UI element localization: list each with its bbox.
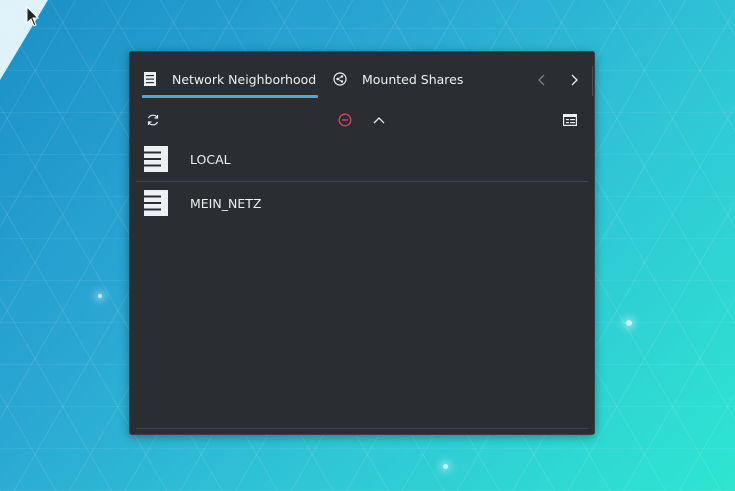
- go-up-icon: [373, 117, 385, 124]
- smb4k-widget: Network Neighborhood Mounted Shares LOCA…: [129, 51, 595, 435]
- wallpaper-corner: [0, 0, 48, 80]
- tab-bar: Network Neighborhood Mounted Shares: [136, 62, 593, 98]
- tab-label: Mounted Shares: [362, 71, 464, 87]
- mouse-cursor-icon: [26, 6, 40, 27]
- workgroup-server-icon: [144, 145, 170, 174]
- view-options-button[interactable]: [560, 110, 580, 130]
- abort-button[interactable]: [335, 110, 355, 130]
- active-tab-indicator: [142, 95, 318, 98]
- wallpaper-sparkle: [443, 464, 448, 469]
- tab-label: Network Neighborhood: [172, 71, 317, 87]
- workgroup-server-icon: [144, 189, 170, 218]
- view-options-icon: [563, 114, 577, 126]
- toolbar: [136, 108, 588, 132]
- workgroup-list: LOCAL MEIN_NETZ: [136, 138, 588, 225]
- tab-scroll-right-button[interactable]: [564, 70, 584, 90]
- list-bottom-divider: [136, 428, 588, 429]
- go-up-button[interactable]: [369, 110, 389, 130]
- list-item[interactable]: MEIN_NETZ: [136, 181, 588, 225]
- wallpaper-sparkle: [626, 320, 632, 326]
- share-icon: [332, 71, 348, 87]
- tab-bar-divider: [592, 66, 593, 96]
- list-item[interactable]: LOCAL: [136, 138, 588, 181]
- refresh-button[interactable]: [143, 110, 163, 130]
- tab-mounted-shares[interactable]: Mounted Shares: [332, 62, 492, 96]
- tab-scroll-left-button[interactable]: [532, 70, 552, 90]
- item-label: LOCAL: [190, 152, 231, 167]
- item-label: MEIN_NETZ: [190, 196, 262, 211]
- tab-network-neighborhood[interactable]: Network Neighborhood: [142, 62, 318, 98]
- refresh-icon: [147, 114, 159, 126]
- chevron-right-icon: [571, 74, 578, 86]
- network-server-icon: [142, 71, 158, 87]
- chevron-left-icon: [538, 74, 545, 86]
- abort-icon: [338, 113, 352, 127]
- wallpaper-sparkle: [98, 294, 102, 298]
